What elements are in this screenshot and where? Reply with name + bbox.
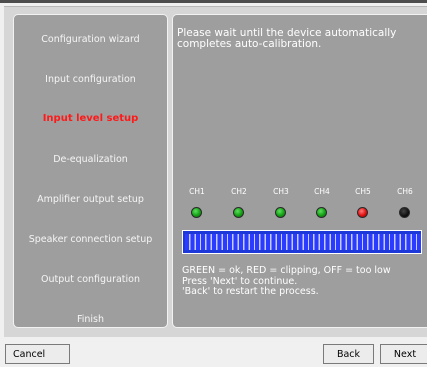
step-de-equalization: De-equalization — [53, 154, 128, 165]
channel-label-ch2: CH2 — [231, 187, 247, 196]
step-output-configuration: Output configuration — [40, 274, 141, 285]
led-ch1-icon — [191, 207, 202, 218]
channel-label-ch3: CH3 — [273, 187, 289, 196]
next-button[interactable]: Next — [380, 344, 427, 364]
cancel-button[interactable]: Cancel — [5, 344, 70, 364]
calibration-message: Please wait until the device automatical… — [177, 27, 397, 50]
step-input-configuration: Input configuration — [45, 74, 136, 85]
back-button[interactable]: Back — [323, 344, 374, 364]
channel-label-ch4: CH4 — [314, 187, 330, 196]
led-ch5-icon — [357, 207, 368, 218]
legend-line-back: 'Back' to restart the process. — [182, 286, 319, 297]
led-ch6-icon — [399, 207, 410, 218]
progress-fill — [185, 234, 421, 250]
led-ch3-icon — [275, 207, 286, 218]
led-ch2-icon — [233, 207, 244, 218]
status-legend: GREEN = ok, RED = clipping, OFF = too lo… — [182, 265, 422, 298]
channel-label-ch5: CH5 — [355, 187, 371, 196]
led-ch4-icon — [316, 207, 327, 218]
legend-line-colors: GREEN = ok, RED = clipping, OFF = too lo… — [182, 265, 391, 276]
step-configuration-wizard: Configuration wizard — [41, 34, 140, 45]
channel-label-ch1: CH1 — [189, 187, 205, 196]
window-top-border — [0, 0, 427, 3]
step-finish: Finish — [76, 314, 105, 325]
calibration-progress-meter — [182, 230, 422, 254]
channel-label-ch6: CH6 — [397, 187, 413, 196]
wizard-steps-panel: Configuration wizard Input configuration… — [13, 14, 168, 328]
step-amplifier-output-setup: Amplifier output setup — [37, 194, 144, 205]
step-speaker-connection-setup: Speaker connection setup — [28, 234, 153, 245]
step-input-level-setup: Input level setup — [42, 113, 139, 124]
